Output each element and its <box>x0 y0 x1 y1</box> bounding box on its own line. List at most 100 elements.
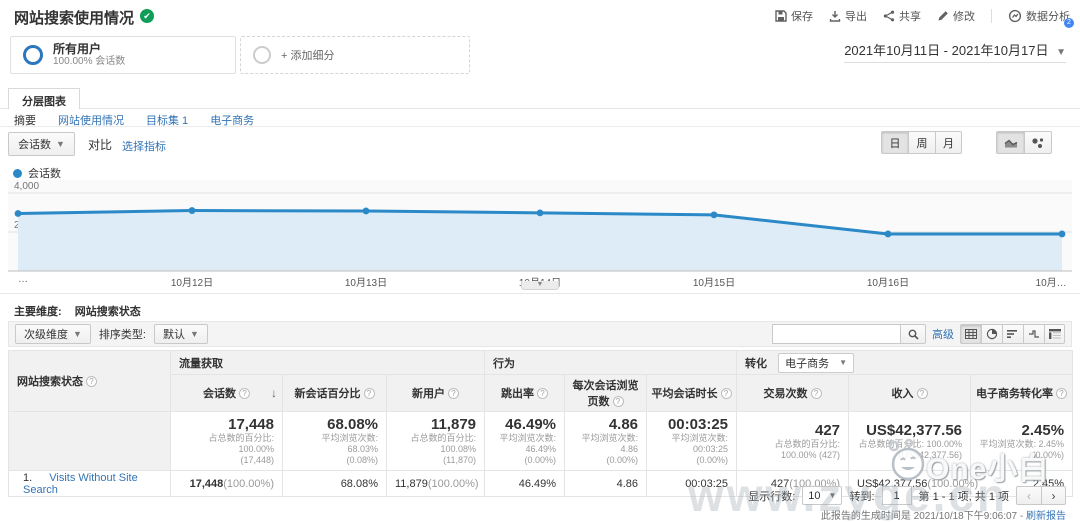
generated-text: 此报告的生成时间是 2021/10/18下午9:06:07 - <box>820 511 1024 522</box>
column-header-bounce-rate[interactable]: 跳出率? <box>484 374 566 412</box>
segment-all-users[interactable]: 所有用户 100.00% 会话数 <box>10 36 236 74</box>
chevron-down-icon: ▼ <box>56 139 65 149</box>
metric-selector-dropdown[interactable]: 会话数 ▼ <box>8 132 75 156</box>
segment-title: 所有用户 <box>53 42 102 56</box>
help-icon[interactable]: ? <box>1056 388 1068 399</box>
report-header: 网站搜索使用情况 ✔ 保存 导出 共享 修改 2 数据分析 <box>0 0 1080 30</box>
granularity-buttons: 日 周 月 <box>881 131 962 154</box>
search-button[interactable] <box>900 324 926 344</box>
goto-page-input[interactable] <box>881 486 912 505</box>
granularity-month-button[interactable]: 月 <box>935 131 962 154</box>
percentage-view-button[interactable] <box>981 324 1002 344</box>
table-view-button[interactable] <box>960 324 981 344</box>
conversions-label: 转化 <box>745 357 768 370</box>
pivot-view-button[interactable] <box>1044 324 1065 344</box>
conversion-type-dropdown[interactable]: 电子商务 ▼ <box>778 352 854 373</box>
annotations-expander[interactable]: ▼ <box>521 281 559 290</box>
secondary-dimension-dropdown[interactable]: 次级维度 ▼ <box>15 324 91 344</box>
ga-report-page: 网站搜索使用情况 ✔ 保存 导出 共享 修改 2 数据分析 所有用户 100.0… <box>0 0 1080 522</box>
cell-new-sessions-pct: 68.08% <box>282 470 387 497</box>
sort-type-dropdown[interactable]: 默认 ▼ <box>153 324 208 344</box>
summary-revenue: US$42,377.56 占总数的百分比: 100.00% (US$42,377.5… <box>848 411 972 471</box>
tab-explorer[interactable]: 分层图表 <box>8 88 80 109</box>
edit-label: 修改 <box>953 11 975 23</box>
x-axis-label: 10月13日 <box>344 278 388 289</box>
primary-dimension-value[interactable]: 网站搜索状态 <box>75 306 141 318</box>
column-header-pages-per-session[interactable]: 每次会话浏览页数? <box>564 374 648 412</box>
share-label: 共享 <box>899 11 921 23</box>
granularity-day-button[interactable]: 日 <box>881 131 908 154</box>
help-icon[interactable]: ? <box>363 388 375 399</box>
rows-per-page-value: 10 <box>808 489 821 502</box>
add-segment-button[interactable]: + 添加细分 <box>240 36 470 74</box>
summary-transactions: 427 占总数的百分比: 100.00% (427) <box>736 411 850 471</box>
help-icon[interactable]: ? <box>537 388 549 399</box>
report-generated-line: 此报告的生成时间是 2021/10/18下午9:06:07 - 刷新报告 <box>821 507 1066 522</box>
export-button[interactable]: 导出 <box>829 8 867 24</box>
help-icon[interactable]: ? <box>448 388 459 399</box>
bar-view-icon <box>1007 330 1017 338</box>
summary-new-sessions-pct: 68.08% 平均浏览次数: 68.03% (0.08%) <box>282 411 387 471</box>
dimension-column-header[interactable]: 网站搜索状态? <box>8 350 171 412</box>
table-search-input[interactable] <box>772 324 900 344</box>
add-segment-label: + 添加细分 <box>281 50 335 62</box>
share-button[interactable]: 共享 <box>883 8 921 24</box>
previous-page-button[interactable]: ‹ <box>1016 486 1041 505</box>
header-toolbar: 保存 导出 共享 修改 2 数据分析 <box>775 8 1074 28</box>
comparison-view-button[interactable] <box>1023 324 1044 344</box>
summary-ecommerce-conversion-rate: 2.45% 平均浏览次数: 2.45% (0.00%) <box>970 411 1074 471</box>
cell-pages-per-session: 4.86 <box>564 470 648 497</box>
performance-view-button[interactable] <box>1002 324 1023 344</box>
select-metric-link[interactable]: 选择指标 <box>122 138 166 154</box>
summary-sessions: 17,448 占总数的百分比: 100.00% (17,448) <box>170 411 283 471</box>
column-header-revenue[interactable]: 收入? <box>848 374 972 412</box>
edit-button[interactable]: 修改 <box>937 8 975 24</box>
verified-shield-icon: ✔ <box>140 9 154 23</box>
next-page-button[interactable]: › <box>1041 486 1066 505</box>
summary-dimension-cell <box>8 411 171 471</box>
tab-divider <box>0 108 1080 109</box>
help-icon[interactable]: ? <box>720 388 732 399</box>
export-label: 导出 <box>845 11 867 23</box>
subnav-divider <box>0 126 1080 127</box>
view-toggle-group <box>960 324 1065 344</box>
insights-icon <box>1008 9 1022 23</box>
help-icon[interactable]: ? <box>612 396 624 407</box>
chevron-down-icon: ▼ <box>828 491 837 500</box>
summary-bounce-rate: 46.49% 平均浏览次数: 46.49% (0.00%) <box>484 411 566 471</box>
date-range-picker[interactable]: 2021年10月11日 - 2021年10月17日 ▼ <box>844 40 1066 63</box>
help-icon[interactable]: ? <box>810 388 822 399</box>
chevron-down-icon: ▼ <box>73 329 82 339</box>
summary-new-users: 11,879 占总数的百分比: 100.08% (11,870) <box>385 411 486 471</box>
save-button[interactable]: 保存 <box>775 8 813 24</box>
group-header-conversions: 转化 电子商务 ▼ <box>736 350 1074 375</box>
refresh-report-link[interactable]: 刷新报告 <box>1026 511 1066 522</box>
row-index: 1. <box>23 471 33 484</box>
column-header-new-users[interactable]: 新用户? <box>385 374 486 412</box>
help-icon[interactable]: ? <box>239 388 250 399</box>
insights-button[interactable]: 2 数据分析 <box>1008 8 1074 28</box>
table-view-icon <box>965 329 977 339</box>
conversion-type-value: 电子商务 <box>785 357 830 370</box>
column-header-transactions[interactable]: 交易次数? <box>736 374 850 412</box>
save-icon <box>775 10 787 22</box>
line-chart-button[interactable] <box>996 131 1024 154</box>
column-header-avg-session-duration[interactable]: 平均会话时长? <box>646 374 738 412</box>
column-header-sessions[interactable]: 会话数? ↓ <box>170 374 283 412</box>
granularity-week-button[interactable]: 周 <box>908 131 935 154</box>
advanced-filter-link[interactable]: 高级 <box>932 326 954 342</box>
rows-per-page-select[interactable]: 10 ▼ <box>802 486 843 505</box>
column-header-new-sessions-pct[interactable]: 新会话百分比? <box>282 374 387 412</box>
help-icon[interactable]: ? <box>916 388 928 399</box>
legend-label: 会话数 <box>28 168 61 180</box>
sort-type-label: 排序类型: <box>98 329 146 341</box>
legend-dot-icon <box>13 168 22 178</box>
x-axis-label: … <box>18 274 28 285</box>
dimension-header-label: 网站搜索状态 <box>17 376 83 388</box>
column-header-ecommerce-conversion-rate[interactable]: 电子商务转化率? <box>970 374 1074 412</box>
motion-chart-button[interactable] <box>1024 131 1052 154</box>
row-dimension-link[interactable]: Visits Without Site Search <box>23 472 138 496</box>
help-icon[interactable]: ? <box>86 376 97 387</box>
sessions-area-chart[interactable]: 2,0004,000 <box>8 180 1072 272</box>
x-axis-label: 10月15日 <box>692 278 736 289</box>
